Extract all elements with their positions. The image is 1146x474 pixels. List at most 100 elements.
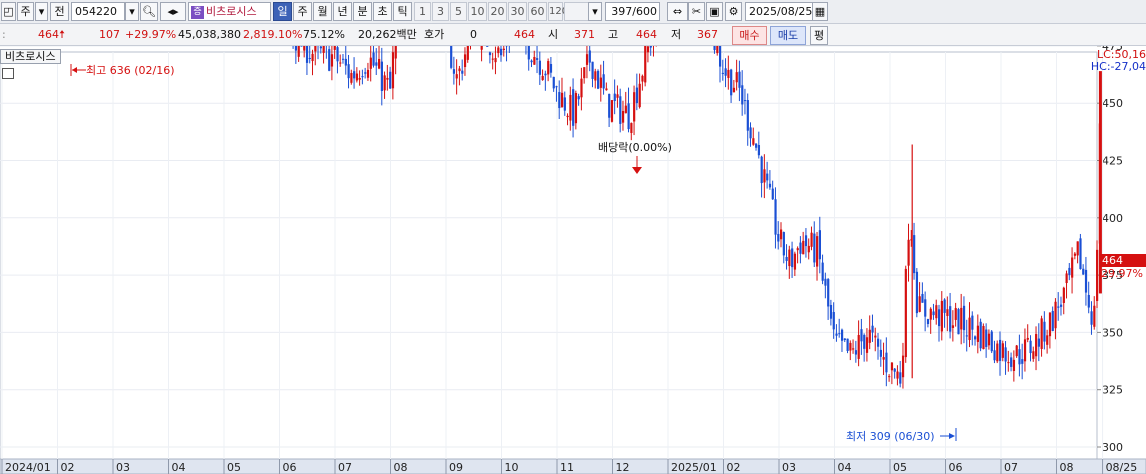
mode-selector[interactable]: 주	[17, 2, 34, 21]
interval-10[interactable]: 10	[468, 2, 487, 21]
candle-body	[960, 307, 963, 330]
candle-body	[971, 315, 974, 330]
candle-body	[344, 58, 347, 66]
candle-body	[827, 279, 830, 307]
candle-body	[791, 248, 794, 268]
tab-minute[interactable]: 분	[353, 2, 372, 21]
interval-dropdown-icon[interactable]: ▾	[588, 2, 602, 21]
buy-button[interactable]: 매수	[732, 26, 767, 45]
candle-body	[821, 262, 824, 281]
candle-body	[597, 70, 600, 89]
prev-button[interactable]: 전	[50, 2, 69, 21]
split-icon[interactable]: ⇔	[667, 2, 688, 21]
interval-5[interactable]: 5	[450, 2, 467, 21]
price-chart[interactable]: 3003253503754004254504755005255505756006…	[0, 46, 1146, 474]
interval-3[interactable]: 3	[432, 2, 449, 21]
stock-code-input[interactable]: 054220	[71, 2, 125, 21]
candle-body	[560, 92, 564, 107]
candle-body	[319, 46, 323, 49]
candle-body	[885, 352, 888, 373]
volume: 45,038,380	[178, 28, 241, 41]
tab-second[interactable]: 초	[373, 2, 392, 21]
interval-20[interactable]: 20	[488, 2, 507, 21]
candle-body	[452, 69, 456, 74]
candle-body	[901, 355, 905, 378]
candle-body	[305, 46, 309, 63]
x-tick-label: 06	[949, 461, 963, 474]
candle-body	[533, 56, 536, 65]
candle-body	[852, 348, 855, 350]
candle-body	[824, 278, 827, 286]
chart-area[interactable]: 3003253503754004254504755005255505756006…	[0, 46, 1146, 474]
candle-body	[633, 92, 636, 122]
x-tick-label: 05	[893, 461, 907, 474]
chart-title-box[interactable]: 비츠로시스	[0, 49, 61, 64]
candle-body	[840, 329, 844, 341]
window-icon[interactable]: ◰	[1, 2, 16, 21]
high-annotation: 최고 636 (02/16)	[86, 64, 175, 77]
candle-body	[962, 305, 966, 331]
candle-body	[849, 342, 852, 351]
interval-1[interactable]: 1	[414, 2, 431, 21]
stock-name-label: 비츠로시스	[206, 5, 257, 18]
volume-pct: 2,819.10%	[243, 28, 303, 41]
chevron-down-icon[interactable]: ▾	[35, 2, 48, 21]
eval-button[interactable]: 평	[810, 26, 828, 45]
search-icon[interactable]: 🔍︎	[140, 2, 158, 21]
date-input[interactable]: 2025/08/25	[745, 2, 813, 21]
candle-body	[1026, 337, 1029, 340]
candle-body	[763, 169, 766, 183]
candle-body	[888, 376, 891, 378]
candle-body	[749, 127, 752, 139]
candle-body	[605, 88, 608, 91]
save-icon[interactable]: ▣	[706, 2, 723, 21]
candle-body	[297, 46, 300, 57]
tab-day[interactable]: 일	[273, 2, 292, 21]
candle-body	[619, 96, 622, 124]
interval-30[interactable]: 30	[508, 2, 527, 21]
candle-body	[804, 235, 808, 247]
candle-body	[904, 268, 907, 358]
candle-body	[1087, 294, 1090, 308]
candle-body	[757, 145, 761, 156]
code-dropdown-icon[interactable]: ▾	[125, 2, 139, 21]
x-tick-label: 03	[782, 461, 796, 474]
stock-name-field[interactable]: 증 비츠로시스	[188, 2, 271, 21]
speaker-icon[interactable]: ◂▸	[160, 2, 186, 21]
interval-120[interactable]: 120	[548, 2, 568, 21]
x-tick-label: 2024/01	[5, 461, 51, 474]
sell-button[interactable]: 매도	[770, 26, 806, 45]
candle-body	[929, 308, 932, 320]
candle-body	[1073, 253, 1077, 256]
tab-week[interactable]: 주	[293, 2, 312, 21]
candle-body	[350, 73, 353, 83]
count-input[interactable]: 397/600	[605, 2, 660, 21]
tab-year[interactable]: 년	[333, 2, 352, 21]
x-tick-label: 08	[1060, 461, 1074, 474]
candle-body	[755, 143, 758, 148]
candle-body	[998, 339, 1002, 361]
candle-body	[538, 60, 542, 75]
candle-body	[968, 317, 971, 341]
x-tick-label: 09	[449, 461, 463, 474]
candle-body	[993, 350, 996, 361]
grid-icon[interactable]	[2, 68, 14, 79]
candle-body	[949, 306, 952, 332]
x-tick-label: 11	[560, 461, 574, 474]
candle-body	[577, 96, 580, 100]
interval-60[interactable]: 60	[528, 2, 547, 21]
candle-body	[735, 72, 738, 83]
tab-month[interactable]: 월	[313, 2, 332, 21]
y-tick-label: 450	[1102, 97, 1123, 110]
tab-tick[interactable]: 틱	[393, 2, 412, 21]
y-tick-label: 300	[1102, 441, 1123, 454]
gear-icon[interactable]: ⚙	[725, 2, 742, 21]
tools-icon[interactable]: ✂	[688, 2, 705, 21]
candle-body	[552, 76, 555, 89]
candle-body	[555, 86, 558, 88]
candle-body	[807, 245, 810, 253]
calendar-icon[interactable]: ▦	[812, 2, 828, 21]
candle-body	[921, 293, 924, 303]
x-tick-label: 10	[505, 461, 519, 474]
candle-body	[644, 46, 647, 83]
